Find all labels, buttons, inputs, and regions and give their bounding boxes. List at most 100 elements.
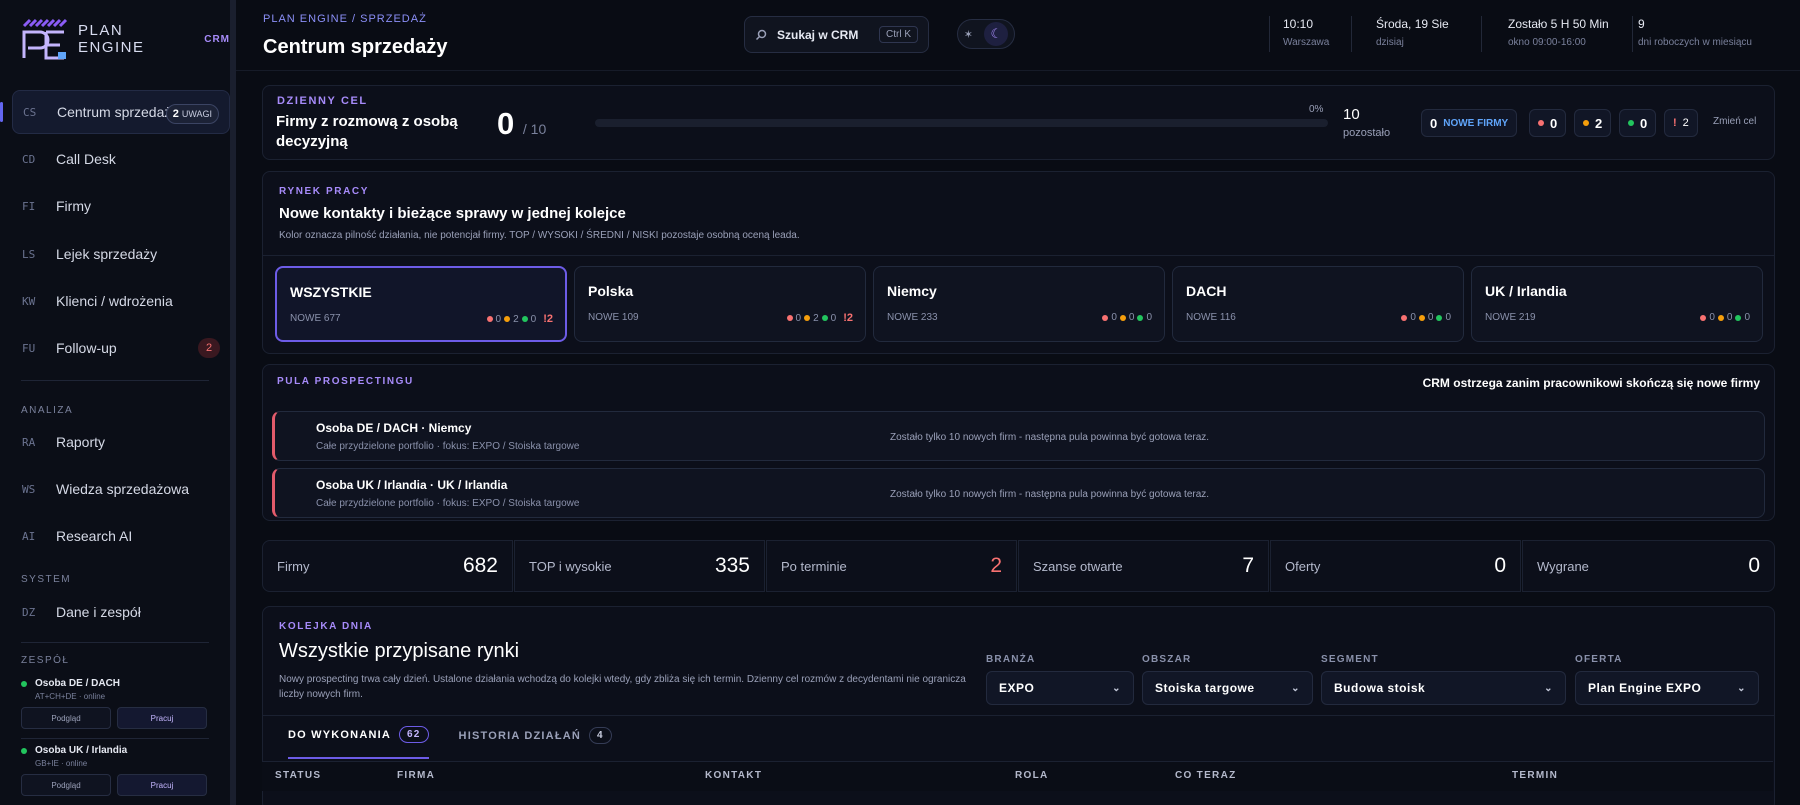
work-button[interactable]: Pracuj	[117, 774, 207, 796]
column-status[interactable]: STATUS	[275, 770, 321, 781]
search-button[interactable]: Szukaj w CRM Ctrl K	[744, 16, 929, 53]
work-window: okno 09:00-16:00	[1508, 37, 1586, 48]
preview-button[interactable]: Podgląd	[21, 774, 111, 796]
tab-to-do[interactable]: DO WYKONANIA 62	[288, 726, 429, 759]
divider	[21, 738, 209, 739]
market-kicker: RYNEK PRACY	[279, 186, 370, 197]
pool-scope: Całe przydzielone portfolio · fokus: EXP…	[316, 498, 580, 509]
nav-item-reports[interactable]: RA Raporty	[12, 420, 230, 464]
divider	[1269, 16, 1270, 52]
preview-button[interactable]: Podgląd	[21, 707, 111, 729]
divider	[263, 255, 1774, 256]
chevron-down-icon: ⌄	[1112, 682, 1121, 694]
tile-new-count: NOWE 219	[1485, 312, 1536, 323]
chevron-down-icon: ⌄	[1737, 682, 1746, 694]
chevron-down-icon: ⌄	[1544, 682, 1553, 694]
goal-value: 0 / 10	[497, 106, 547, 141]
stat-top-high[interactable]: TOP i wysokie 335	[514, 540, 765, 592]
shortcut-hint: Ctrl K	[879, 26, 918, 43]
nav-item-sales-center[interactable]: CS Centrum sprzedaży 2 UWAGI	[12, 90, 230, 134]
breadcrumb[interactable]: PLAN ENGINE / SPRZEDAŻ	[263, 13, 427, 25]
nav-item-call-desk[interactable]: CD Call Desk	[12, 137, 230, 181]
market-tile-all[interactable]: WSZYSTKIE NOWE 677 0 2 0 !2	[275, 266, 567, 342]
brand-logo[interactable]: PLAN ENGINE CRM	[20, 14, 230, 64]
green-dot-icon	[1735, 314, 1742, 321]
new-companies-chip[interactable]: 0 NOWE FIRMY	[1421, 109, 1518, 137]
stat-offers[interactable]: Oferty 0	[1270, 540, 1521, 592]
pool-row[interactable]: Osoba DE / DACH · Niemcy Całe przydzielo…	[272, 411, 1765, 461]
workdays-info: 9 dni roboczych w miesiącu	[1638, 17, 1752, 48]
nav-item-companies[interactable]: FI Firmy	[12, 184, 230, 228]
market-tile-dach[interactable]: DACH NOWE 116 000	[1172, 266, 1464, 342]
filter-area: OBSZAR Stoiska targowe ⌄	[1142, 654, 1313, 705]
market-subtitle: Kolor oznacza pilność działania, nie pot…	[279, 230, 800, 241]
industry-select[interactable]: EXPO ⌄	[986, 671, 1134, 705]
nav-code: AI	[22, 529, 36, 543]
logo-mark-icon	[20, 14, 72, 64]
nav-item-sales-funnel[interactable]: LS Lejek sprzedaży	[12, 232, 230, 276]
tile-status: 000	[1700, 312, 1750, 323]
ok-chip[interactable]: 0	[1619, 109, 1657, 137]
filter-label: OBSZAR	[1142, 654, 1192, 665]
theme-toggle[interactable]: ✶ ☾	[957, 19, 1015, 49]
work-button[interactable]: Pracuj	[117, 707, 207, 729]
member-sub: AT+CH+DE · online	[35, 692, 106, 701]
queue-subtitle: Nowy prospecting trwa cały dzień. Ustalo…	[279, 674, 966, 700]
queue-kicker: KOLEJKA DNIA	[279, 621, 373, 632]
change-goal-link[interactable]: Zmień cel	[1713, 116, 1756, 127]
sun-icon[interactable]: ✶	[964, 28, 973, 41]
market-tile-uk-ireland[interactable]: UK / Irlandia NOWE 219 000	[1471, 266, 1763, 342]
goal-progress-bar	[595, 119, 1328, 127]
column-contact[interactable]: KONTAKT	[705, 770, 762, 781]
header-divider	[236, 70, 1800, 71]
tab-activity-history[interactable]: HISTORIA DZIAŁAŃ 4	[459, 726, 612, 759]
column-next-step[interactable]: CO TERAZ	[1175, 770, 1237, 781]
pool-kicker: PULA PROSPECTINGU	[277, 376, 414, 387]
nav-item-sales-knowledge[interactable]: WS Wiedza sprzedażowa	[12, 467, 230, 511]
warning-chip[interactable]: 2	[1574, 109, 1612, 137]
divider	[1481, 16, 1482, 52]
area-select[interactable]: Stoiska targowe ⌄	[1142, 671, 1313, 705]
tile-new-count: NOWE 109	[588, 312, 639, 323]
market-tile-poland[interactable]: Polska NOWE 109 0 2 0 !2	[574, 266, 866, 342]
nav-label: Wiedza sprzedażowa	[56, 481, 190, 497]
stat-won[interactable]: Wygrane 0	[1522, 540, 1775, 592]
tile-status: 000	[1102, 312, 1152, 323]
amber-dot-icon	[1418, 314, 1425, 321]
tile-status: 000	[1401, 312, 1451, 323]
market-tile-germany[interactable]: Niemcy NOWE 233 000	[873, 266, 1165, 342]
moon-icon[interactable]: ☾	[984, 22, 1009, 46]
filter-label: OFERTA	[1575, 654, 1623, 665]
stat-overdue[interactable]: Po terminie 2	[766, 540, 1017, 592]
time-left-info: Zostało 5 H 50 Min okno 09:00-16:00	[1508, 17, 1609, 48]
pool-row[interactable]: Osoba UK / Irlandia · UK / Irlandia Całe…	[272, 468, 1765, 518]
nav-label: Firmy	[56, 198, 91, 214]
stat-open-opportunities[interactable]: Szanse otwarte 7	[1018, 540, 1269, 592]
divider	[21, 642, 209, 643]
urgent-chip[interactable]: 0	[1529, 109, 1567, 137]
follow-up-count: 2	[198, 338, 220, 358]
stat-companies[interactable]: Firmy 682	[262, 540, 513, 592]
nav-item-follow-up[interactable]: FU Follow-up 2	[12, 326, 230, 370]
green-dot-icon	[521, 316, 528, 322]
online-status-icon	[21, 680, 27, 687]
nav-code: KW	[22, 294, 36, 308]
queue-title: Wszystkie przypisane rynki	[279, 640, 520, 662]
alert-chip[interactable]: ! 2	[1664, 109, 1698, 137]
offer-select[interactable]: Plan Engine EXPO ⌄	[1575, 671, 1759, 705]
section-analysis: ANALIZA	[21, 405, 74, 416]
tile-status: 0 2 0 !2	[786, 312, 853, 324]
nav-item-research-ai[interactable]: AI Research AI	[12, 514, 230, 558]
nav-label: Follow-up	[56, 340, 117, 356]
nav-item-clients[interactable]: KW Klienci / wdrożenia	[12, 279, 230, 323]
member-name: Osoba DE / DACH	[35, 678, 121, 689]
segment-select[interactable]: Budowa stoisk ⌄	[1321, 671, 1566, 705]
column-deadline[interactable]: TERMIN	[1512, 770, 1558, 781]
column-role[interactable]: ROLA	[1015, 770, 1049, 781]
pool-warning: CRM ostrzega zanim pracownikowi skończą …	[1422, 376, 1760, 390]
date-info: Środa, 19 Sie dzisiaj	[1376, 17, 1449, 48]
date-sub: dzisiaj	[1376, 37, 1404, 48]
nav-label: Klienci / wdrożenia	[56, 293, 173, 309]
nav-item-data-team[interactable]: DZ Dane i zespół	[12, 590, 230, 634]
column-company[interactable]: FIRMA	[397, 770, 435, 781]
